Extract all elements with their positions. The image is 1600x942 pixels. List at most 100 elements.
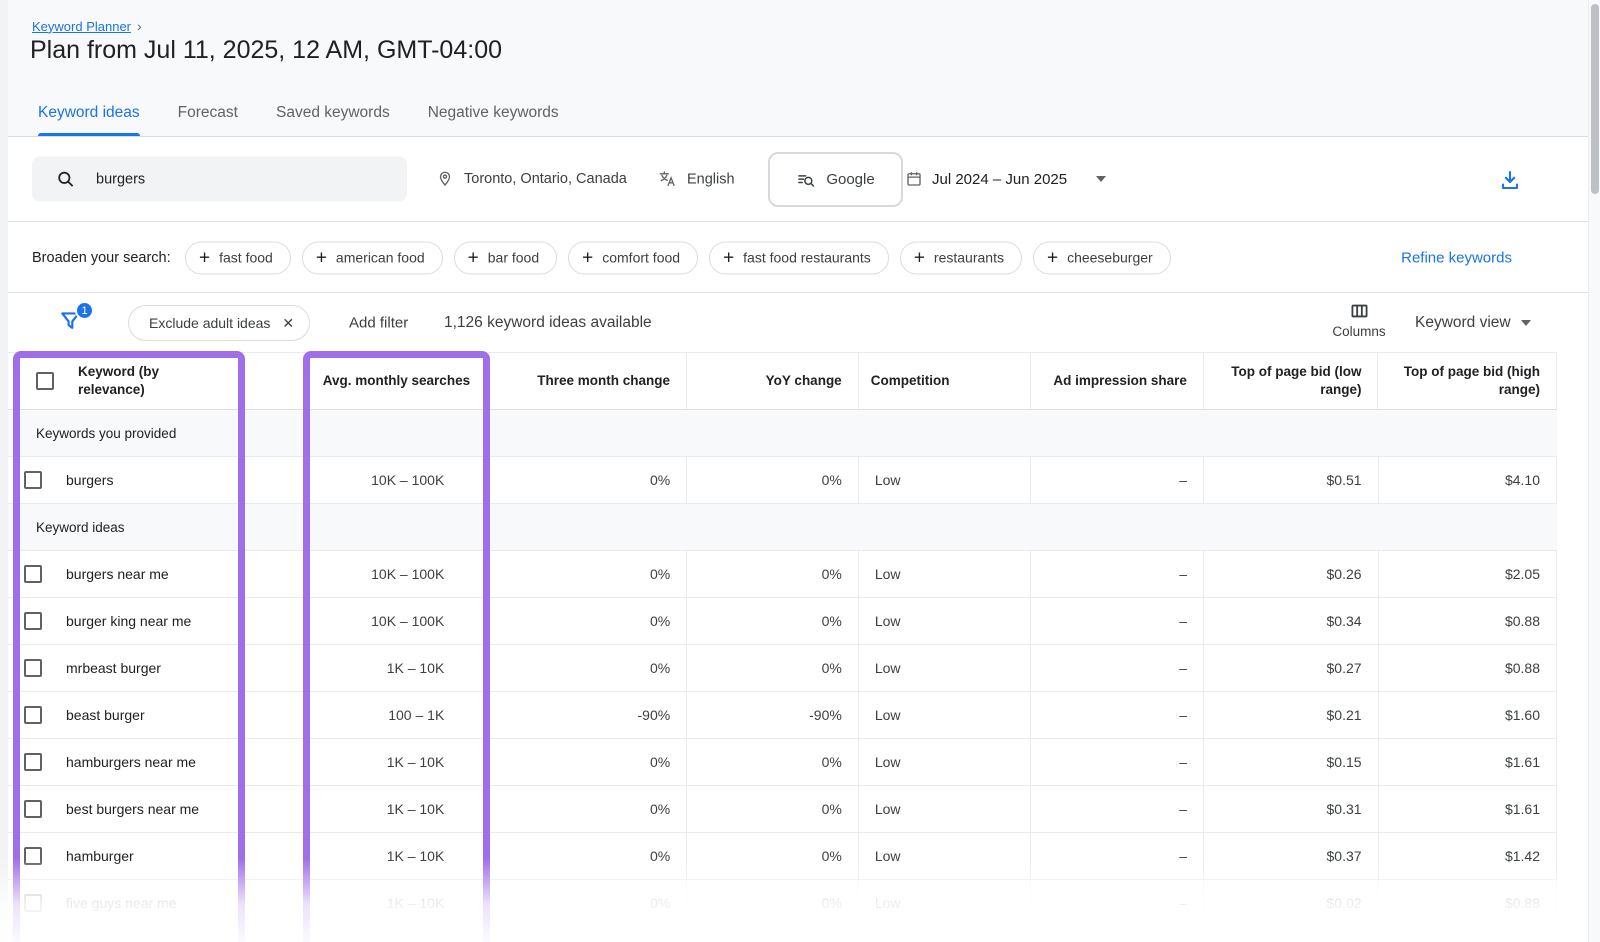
row-checkbox[interactable] (24, 847, 42, 865)
top-of-page-bid-low-cell: $0.37 (1204, 833, 1379, 879)
refine-keywords-link[interactable]: Refine keywords (1401, 249, 1512, 266)
broaden-chip-list: + fast food + american food + bar food +… (185, 241, 1171, 274)
keyword-cell: beast burger (8, 692, 243, 738)
top-of-page-bid-high-cell: $1.61 (1379, 786, 1557, 832)
keyword-text: hamburger (66, 848, 134, 864)
tab-label: Saved keywords (276, 104, 390, 122)
row-checkbox[interactable] (24, 753, 42, 771)
column-header-3[interactable]: Three month change (486, 353, 687, 409)
column-header-label: Three month change (537, 372, 670, 390)
column-header-1[interactable]: Keyword (by relevance) (8, 353, 243, 409)
tab-forecast[interactable]: Forecast (178, 90, 238, 136)
search-value: burgers (96, 171, 145, 187)
columns-button[interactable]: Columns (1330, 301, 1388, 339)
filter-chip-exclude-adult[interactable]: Exclude adult ideas ✕ (128, 305, 310, 341)
breadcrumb-link[interactable]: Keyword Planner (32, 19, 131, 34)
broaden-chip-fast-food-restaurants[interactable]: + fast food restaurants (709, 241, 889, 274)
column-header-6[interactable]: Ad impression share (1031, 353, 1204, 409)
add-filter-button[interactable]: Add filter (349, 315, 408, 332)
top-of-page-bid-high-cell: $1.42 (1379, 833, 1557, 879)
column-header-2[interactable]: Avg. monthly searches (305, 353, 486, 409)
filter-button[interactable]: 1 (58, 307, 88, 339)
competition-cell: Low (859, 786, 1032, 832)
network-label: Google (826, 171, 874, 188)
column-header-label: Ad impression share (1053, 372, 1187, 390)
top-of-page-bid-high-cell: $1.61 (1379, 739, 1557, 785)
row-checkbox[interactable] (24, 471, 42, 489)
select-all-checkbox[interactable] (36, 372, 54, 390)
top-of-page-bid-high-cell: $0.88 (1379, 880, 1557, 926)
close-icon[interactable]: ✕ (282, 315, 294, 332)
column-header-7[interactable]: Top of page bid (low range) (1204, 353, 1379, 409)
spacer-cell (243, 692, 304, 738)
three-month-change-cell: 0% (486, 645, 687, 691)
broaden-chip-cheeseburger[interactable]: + cheeseburger (1033, 241, 1171, 274)
tab-keyword-ideas[interactable]: Keyword ideas (38, 90, 140, 136)
keyword-cell: hamburgers near me (8, 739, 243, 785)
columns-icon (1349, 301, 1370, 321)
column-header-4[interactable]: YoY change (687, 353, 859, 409)
broaden-chip-american-food[interactable]: + american food (302, 241, 443, 274)
date-range-selector[interactable]: Jul 2024 – Jun 2025 (905, 170, 1106, 188)
row-checkbox[interactable] (24, 565, 42, 583)
competition-cell: Low (859, 833, 1032, 879)
column-header-8[interactable]: Top of page bid (high range) (1378, 353, 1557, 409)
tab-label: Keyword ideas (38, 104, 140, 122)
column-header-label: Avg. monthly searches (323, 372, 470, 390)
row-checkbox[interactable] (24, 894, 42, 912)
broaden-chip-restaurants[interactable]: + restaurants (900, 241, 1022, 274)
avg-monthly-searches-cell: 10K – 100K (304, 457, 486, 503)
download-button[interactable] (1498, 168, 1524, 194)
row-checkbox[interactable] (24, 706, 42, 724)
breadcrumb: Keyword Planner › (32, 18, 142, 34)
chevron-down-icon (1521, 320, 1531, 326)
row-checkbox[interactable] (24, 659, 42, 677)
yoy-change-cell: 0% (687, 551, 859, 597)
breadcrumb-chevron-icon: › (137, 18, 142, 34)
avg-monthly-searches-cell: 1K – 10K (304, 645, 486, 691)
scrollbar-thumb[interactable] (1591, 4, 1599, 194)
spacer-cell (243, 551, 304, 597)
table-row: hamburger 1K – 10K 0% 0% Low – $0.37 $1.… (8, 833, 1557, 880)
translate-icon (658, 170, 677, 189)
chip-label: cheeseburger (1067, 250, 1153, 266)
keyword-cell: burger king near me (8, 598, 243, 644)
avg-monthly-searches-cell: 1K – 10K (304, 739, 486, 785)
broaden-chip-comfort-food[interactable]: + comfort food (568, 241, 698, 274)
row-checkbox[interactable] (24, 800, 42, 818)
ad-impression-share-cell: – (1031, 457, 1204, 503)
keyword-cell: mrbeast burger (8, 645, 243, 691)
top-of-page-bid-low-cell: $0.34 (1204, 598, 1379, 644)
three-month-change-cell: 0% (486, 551, 687, 597)
column-header-5[interactable]: Competition (859, 353, 1032, 409)
tab-label: Negative keywords (428, 104, 559, 122)
chip-label: fast food restaurants (743, 250, 871, 266)
keyword-view-label: Keyword view (1415, 314, 1511, 332)
competition-cell: Low (859, 645, 1032, 691)
top-of-page-bid-high-cell: $4.10 (1379, 457, 1557, 503)
tab-saved-keywords[interactable]: Saved keywords (276, 90, 390, 136)
chevron-down-icon (1096, 176, 1106, 182)
spacer-cell (243, 645, 304, 691)
columns-label: Columns (1332, 324, 1385, 339)
three-month-change-cell: 0% (486, 786, 687, 832)
yoy-change-cell: 0% (687, 833, 859, 879)
page-header: Keyword Planner › Plan from Jul 11, 2025… (8, 0, 1588, 137)
plus-icon: + (723, 248, 734, 267)
top-of-page-bid-low-cell: $0.31 (1204, 786, 1379, 832)
network-selector[interactable]: Google (768, 152, 903, 207)
tab-negative-keywords[interactable]: Negative keywords (428, 90, 559, 136)
top-of-page-bid-low-cell: $0.15 (1204, 739, 1379, 785)
table-row: burgers near me 10K – 100K 0% 0% Low – $… (8, 551, 1557, 598)
location-selector[interactable]: Toronto, Ontario, Canada (436, 170, 627, 188)
broaden-chip-bar-food[interactable]: + bar food (454, 241, 557, 274)
broaden-chip-fast-food[interactable]: + fast food (185, 241, 291, 274)
language-selector[interactable]: English (658, 170, 735, 189)
keyword-view-dropdown[interactable]: Keyword view (1415, 314, 1531, 332)
search-input[interactable]: burgers (32, 157, 407, 202)
top-of-page-bid-low-cell: $0.02 (1204, 880, 1379, 926)
three-month-change-cell: 0% (486, 457, 687, 503)
table-header-row: Keyword (by relevance) Avg. monthly searc… (8, 352, 1557, 410)
plus-icon: + (1047, 248, 1058, 267)
row-checkbox[interactable] (24, 612, 42, 630)
